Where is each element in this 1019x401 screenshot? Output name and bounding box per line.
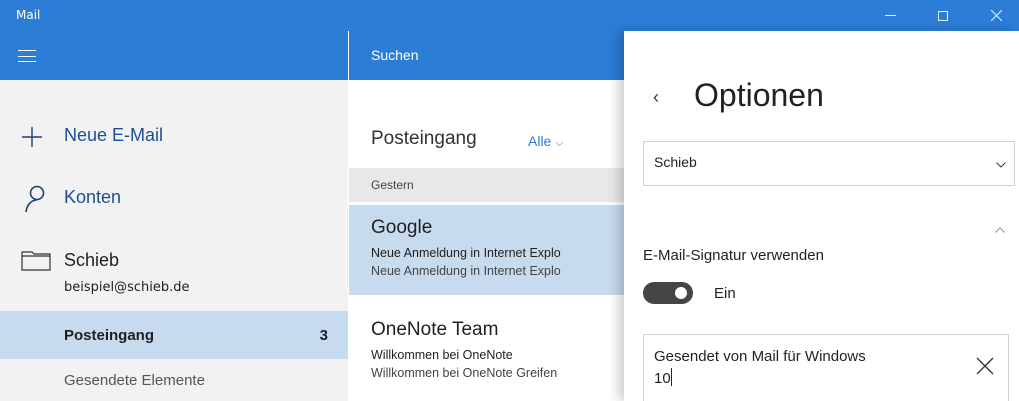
clear-icon[interactable] xyxy=(976,357,994,375)
message-preview: Willkommen bei OneNote Greifen xyxy=(371,366,558,380)
message-sender: OneNote Team xyxy=(371,319,499,340)
account-item-schieb[interactable]: Schieb beispiel@schieb.de xyxy=(0,240,348,306)
window-title: Mail xyxy=(16,8,41,22)
unread-count-badge: 3 xyxy=(319,327,328,344)
close-icon xyxy=(990,10,1002,21)
account-select[interactable]: Schieb xyxy=(643,141,1015,186)
folder-title: Posteingang xyxy=(371,128,477,149)
group-header: Gestern xyxy=(349,168,624,202)
chevron-down-icon: ⌵ xyxy=(555,138,563,149)
toggle-knob xyxy=(675,287,687,299)
folder-label: Gesendete Elemente xyxy=(64,372,205,389)
options-pane: ‹ Optionen Schieb E-Mail-Signatur verwen… xyxy=(624,31,1019,401)
chevron-down-icon xyxy=(996,162,1006,168)
toggle-state-label: Ein xyxy=(714,285,736,302)
plus-icon xyxy=(22,127,42,147)
title-bar: Mail xyxy=(0,0,1019,31)
account-select-value: Schieb xyxy=(654,154,697,170)
back-button[interactable]: ‹ xyxy=(653,87,659,108)
accounts-button[interactable]: Konten xyxy=(0,175,348,223)
folder-label: Posteingang xyxy=(64,327,155,344)
list-item[interactable]: Google Neue Anmeldung in Internet Explo … xyxy=(349,205,624,295)
search-input[interactable]: Suchen xyxy=(349,31,624,80)
signature-toggle[interactable] xyxy=(643,282,693,304)
folder-icon xyxy=(21,251,51,271)
maximize-icon xyxy=(938,10,948,21)
close-button[interactable] xyxy=(973,0,1019,31)
message-list-pane: Suchen Posteingang Alle ⌵ Gestern Google … xyxy=(349,31,624,401)
page-title: Optionen xyxy=(694,77,824,113)
new-mail-button[interactable]: Neue E-Mail xyxy=(0,112,348,160)
message-preview: Neue Anmeldung in Internet Explo xyxy=(371,264,561,278)
signature-textarea[interactable]: Gesendet von Mail für Windows 10 xyxy=(643,334,1009,401)
minimize-icon xyxy=(884,15,896,16)
signature-text: Gesendet von Mail für Windows 10 xyxy=(654,348,866,387)
list-item[interactable]: OneNote Team Willkommen bei OneNote Will… xyxy=(349,306,624,401)
account-name: Schieb xyxy=(64,250,120,270)
folder-item-sent[interactable]: Gesendete Elemente xyxy=(0,362,348,401)
accounts-label: Konten xyxy=(64,187,122,207)
folder-item-inbox[interactable]: Posteingang 3 xyxy=(0,311,348,359)
navigation-header xyxy=(0,31,348,80)
person-icon xyxy=(25,185,45,213)
message-subject: Willkommen bei OneNote xyxy=(371,348,513,362)
text-caret xyxy=(670,368,672,386)
chevron-up-icon[interactable] xyxy=(995,227,1005,233)
filter-label: Alle xyxy=(528,133,552,149)
hamburger-icon[interactable] xyxy=(18,50,36,62)
maximize-button[interactable] xyxy=(920,0,966,31)
message-sender: Google xyxy=(371,217,433,238)
minimize-button[interactable] xyxy=(867,0,913,31)
filter-dropdown[interactable]: Alle ⌵ xyxy=(528,133,563,149)
account-email: beispiel@schieb.de xyxy=(64,280,190,295)
search-placeholder: Suchen xyxy=(371,47,419,63)
group-header-label: Gestern xyxy=(371,178,414,192)
signature-label: E-Mail-Signatur verwenden xyxy=(643,247,824,264)
new-mail-label: Neue E-Mail xyxy=(64,125,164,145)
message-subject: Neue Anmeldung in Internet Explo xyxy=(371,246,561,260)
